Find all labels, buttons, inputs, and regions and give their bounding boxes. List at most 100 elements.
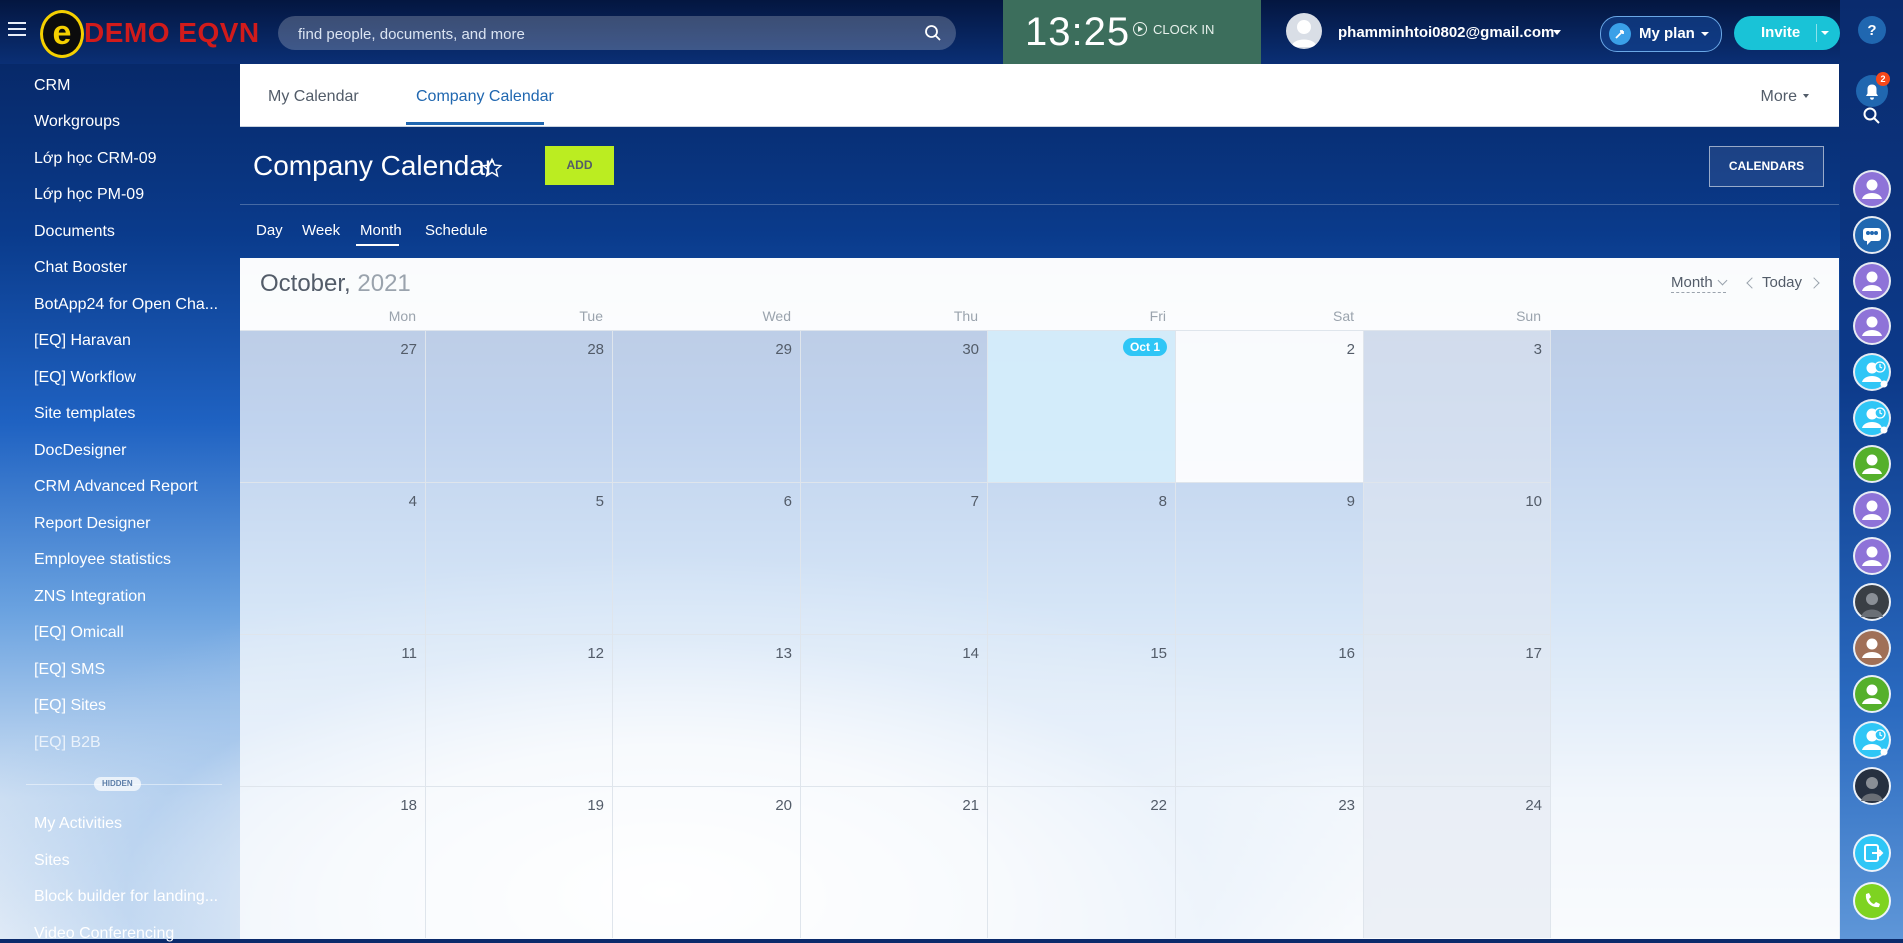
calendar-day-cell[interactable]: 11 [240,634,426,786]
contact-avatar[interactable] [1855,264,1889,298]
logo-text[interactable]: DEMO EQVN [84,17,260,49]
calendar-day-cell[interactable]: 4 [240,482,426,634]
contact-avatar[interactable] [1855,493,1889,527]
view-schedule[interactable]: Schedule [425,222,488,239]
contact-away-avatar[interactable] [1855,355,1889,389]
calendar-day-cell[interactable]: 16 [1176,634,1364,786]
my-plan-button[interactable]: My plan [1600,16,1722,52]
calendar-day-cell[interactable]: Oct 1 [988,330,1176,482]
tab-company-calendar[interactable]: Company Calendar [416,88,554,106]
chevron-down-icon[interactable] [1821,31,1829,35]
star-icon[interactable] [481,157,503,179]
calendar-day-cell[interactable]: 8 [988,482,1176,634]
contact-photo-avatar[interactable] [1855,585,1889,619]
sidebar-item-sms[interactable]: [EQ] SMS [34,661,224,679]
contact-avatar[interactable] [1855,309,1889,343]
calendar-day-cell[interactable]: 23 [1176,786,1364,938]
sidebar-item-workflow[interactable]: [EQ] Workflow [34,369,224,387]
sidebar-item-botapp24[interactable]: BotApp24 for Open Cha... [34,296,224,314]
logo-icon[interactable]: e [40,10,84,58]
sidebar-item-haravan[interactable]: [EQ] Haravan [34,332,224,350]
calendar-day-cell[interactable]: 19 [426,786,613,938]
contact-avatar[interactable] [1855,447,1889,481]
calendar-day-cell[interactable]: 12 [426,634,613,786]
search-icon[interactable] [924,24,942,42]
calendar-day-cell[interactable]: 2 [1176,330,1364,482]
contact-avatar[interactable] [1855,677,1889,711]
calendar-day-cell[interactable]: 20 [613,786,801,938]
left-sidebar: CRM Workgroups Lớp học CRM-09 Lớp học PM… [0,64,240,942]
contact-photo-avatar[interactable] [1855,769,1889,803]
calendar-day-cell[interactable]: 13 [613,634,801,786]
calendar-day-cell[interactable]: 17 [1364,634,1551,786]
calendar-day-cell[interactable]: 6 [613,482,801,634]
view-week[interactable]: Week [302,222,340,239]
sidebar-item-eq-sites[interactable]: [EQ] Sites [34,697,224,715]
sidebar-item-block-builder[interactable]: Block builder for landing... [34,888,224,906]
sidebar-item-crm-advanced-report[interactable]: CRM Advanced Report [34,478,224,496]
add-button[interactable]: ADD [545,146,614,185]
calendars-button[interactable]: CALENDARS [1709,146,1824,187]
sidebar-item-docdesigner[interactable]: DocDesigner [34,442,224,460]
sidebar-item-pm-class[interactable]: Lớp học PM-09 [34,186,224,204]
sidebar-item-crm-class[interactable]: Lớp học CRM-09 [34,150,224,168]
menu-icon[interactable] [8,22,26,36]
today-button[interactable]: Today [1762,274,1802,291]
more-menu[interactable]: More [1761,88,1809,106]
contact-away-avatar[interactable] [1855,401,1889,435]
sidebar-item-omicall[interactable]: [EQ] Omicall [34,624,224,642]
tab-my-calendar[interactable]: My Calendar [268,88,359,106]
contact-avatar[interactable] [1855,631,1889,665]
calendar-day-cell[interactable]: 15 [988,634,1176,786]
sidebar-item-video-conferencing[interactable]: Video Conferencing [34,925,224,943]
search-bar[interactable] [278,16,956,52]
user-email[interactable]: phamminhtoi0802@gmail.com [1338,24,1554,41]
contact-avatar[interactable] [1855,172,1889,206]
calendar-day-cell[interactable]: 28 [426,330,613,482]
phone-icon[interactable] [1855,884,1889,918]
sidebar-item-b2b[interactable]: [EQ] B2B [34,734,224,752]
calendar-day-cell[interactable]: 18 [240,786,426,938]
sidebar-item-sites[interactable]: Sites [34,852,224,870]
calendar-day-cell[interactable]: 21 [801,786,988,938]
day-number: 6 [783,493,792,510]
search-input[interactable] [296,16,900,52]
help-icon[interactable]: ? [1858,16,1886,44]
sidebar-item-chat-booster[interactable]: Chat Booster [34,259,224,277]
calendar-day-cell[interactable]: 24 [1364,786,1551,938]
sidebar-item-employee-statistics[interactable]: Employee statistics [34,551,224,569]
view-day[interactable]: Day [256,222,283,239]
bell-icon[interactable]: 2 [1856,72,1890,107]
calendar-day-cell[interactable]: 27 [240,330,426,482]
hidden-section-label[interactable]: HIDDEN [94,777,141,791]
clock-panel[interactable]: 13:25 CLOCK IN [1003,0,1261,64]
clock-in-button[interactable]: CLOCK IN [1133,22,1214,37]
calendar-day-cell[interactable]: 9 [1176,482,1364,634]
calendar-day-cell[interactable]: 14 [801,634,988,786]
invite-button[interactable]: Invite [1734,16,1840,50]
view-month[interactable]: Month [360,222,402,239]
contact-avatar[interactable] [1855,539,1889,573]
sidebar-item-site-templates[interactable]: Site templates [34,405,224,423]
sidebar-item-workgroups[interactable]: Workgroups [34,113,224,131]
calendar-day-cell[interactable]: 3 [1364,330,1551,482]
user-menu-caret-icon[interactable] [1553,30,1561,35]
user-avatar[interactable] [1286,13,1322,49]
sidebar-item-my-activities[interactable]: My Activities [34,815,224,833]
search-icon[interactable] [1862,106,1882,126]
day-number: 11 [401,645,417,662]
calendar-day-cell[interactable]: 10 [1364,482,1551,634]
sidebar-item-documents[interactable]: Documents [34,223,224,241]
calendar-mode-select[interactable]: Month [1671,274,1728,293]
calendar-day-cell[interactable]: 7 [801,482,988,634]
contact-away-avatar[interactable] [1855,723,1889,757]
sidebar-item-report-designer[interactable]: Report Designer [34,515,224,533]
calendar-day-cell[interactable]: 5 [426,482,613,634]
calendar-day-cell[interactable]: 29 [613,330,801,482]
group-chat-icon[interactable] [1855,218,1889,252]
open-lines-icon[interactable] [1855,836,1889,870]
sidebar-item-crm[interactable]: CRM [34,77,224,95]
calendar-day-cell[interactable]: 22 [988,786,1176,938]
calendar-day-cell[interactable]: 30 [801,330,988,482]
sidebar-item-zns-integration[interactable]: ZNS Integration [34,588,224,606]
